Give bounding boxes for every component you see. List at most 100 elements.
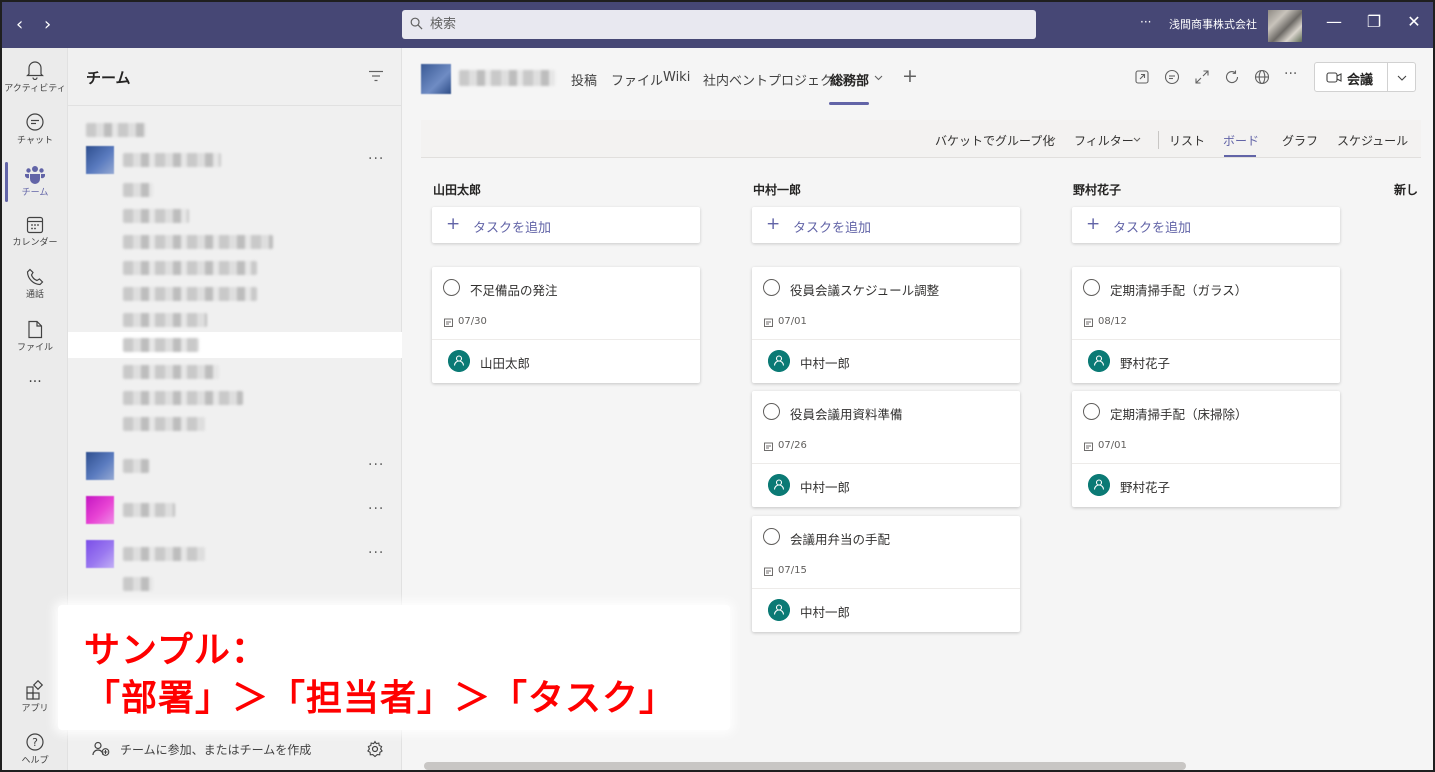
rail-chat[interactable]: チャット — [2, 104, 68, 156]
rail-help[interactable]: ? ヘルプ — [2, 724, 68, 770]
channel-item[interactable] — [123, 417, 205, 431]
chevron-down-icon[interactable] — [874, 75, 883, 81]
person-icon — [768, 474, 790, 496]
complete-task-checkbox[interactable] — [1083, 403, 1100, 420]
view-list-tab[interactable]: リスト — [1169, 132, 1205, 149]
rail-activity[interactable]: アクティビティ — [2, 52, 68, 104]
tab-posts[interactable]: 投稿 — [571, 70, 597, 89]
rail-label: ファイル — [16, 343, 53, 353]
minimize-button[interactable]: — — [1319, 12, 1349, 38]
gear-icon[interactable] — [366, 740, 384, 758]
channel-item[interactable] — [123, 235, 273, 249]
filter-button[interactable]: フィルター — [1074, 132, 1134, 149]
add-task-button[interactable]: + タスクを追加 — [432, 207, 700, 243]
rail-files[interactable]: ファイル — [2, 312, 68, 364]
rail-calls[interactable]: 通話 — [2, 260, 68, 312]
channel-item[interactable] — [123, 365, 219, 379]
tab-planner[interactable]: 総務部 — [830, 70, 869, 89]
back-icon[interactable]: ‹ — [16, 14, 23, 35]
task-assignee: 中村一郎 — [800, 480, 851, 495]
rail-teams[interactable]: チーム — [2, 156, 68, 208]
team-name[interactable] — [123, 503, 175, 517]
view-board-tab[interactable]: ボード — [1223, 132, 1259, 149]
team-name[interactable] — [123, 153, 221, 167]
chevron-down-icon[interactable] — [1048, 137, 1056, 142]
join-or-create-team[interactable]: チームに参加、またはチームを作成 — [120, 741, 311, 758]
team-avatar[interactable] — [86, 540, 114, 568]
tab-wiki[interactable]: Wiki — [663, 70, 690, 85]
complete-task-checkbox[interactable] — [763, 528, 780, 545]
meet-divider — [1387, 63, 1388, 91]
channel-item[interactable] — [123, 209, 189, 223]
filter-icon[interactable] — [368, 70, 384, 82]
team-name[interactable] — [123, 547, 205, 561]
forward-icon[interactable]: › — [44, 14, 51, 35]
add-task-button[interactable]: + タスクを追加 — [752, 207, 1020, 243]
rail-label: チャット — [17, 136, 53, 146]
task-card[interactable]: 役員会議用資料準備 07/26 中村一郎 — [752, 391, 1020, 507]
org-name[interactable]: 浅間商事株式会社 — [1169, 16, 1257, 32]
view-schedule-tab[interactable]: スケジュール — [1337, 132, 1408, 149]
more-options-icon[interactable]: ··· — [1140, 15, 1151, 29]
tab-files[interactable]: ファイル — [611, 70, 663, 89]
team-more-icon[interactable]: ··· — [368, 545, 384, 561]
complete-task-checkbox[interactable] — [763, 403, 780, 420]
title-bar: ‹ › 検索 ··· 浅間商事株式会社 — ❐ ✕ — [2, 2, 1433, 48]
task-card[interactable]: 定期清掃手配（ガラス） 08/12 野村花子 — [1072, 267, 1340, 383]
channel-item[interactable] — [123, 287, 257, 301]
chevron-down-icon[interactable] — [1397, 75, 1407, 81]
team-more-icon[interactable]: ··· — [368, 501, 384, 517]
refresh-icon[interactable] — [1224, 69, 1240, 85]
conversation-icon[interactable] — [1164, 69, 1180, 85]
bucket-title[interactable]: 山田太郎 — [433, 181, 481, 198]
bucket-title-partial[interactable]: 新し — [1394, 181, 1418, 198]
channel-item-selected[interactable] — [68, 332, 402, 358]
group-by-button[interactable]: バケットでグループ化 — [935, 132, 1054, 149]
open-in-app-icon[interactable] — [1134, 69, 1150, 85]
task-card[interactable]: 役員会議スケジュール調整 07/01 中村一郎 — [752, 267, 1020, 383]
card-divider — [1072, 339, 1340, 340]
team-avatar[interactable] — [86, 146, 114, 174]
search-input[interactable]: 検索 — [402, 10, 1036, 39]
rail-calendar[interactable]: カレンダー — [2, 208, 68, 260]
more-icon[interactable]: ··· — [1284, 66, 1297, 82]
task-card[interactable]: 定期清掃手配（床掃除） 07/01 野村花子 — [1072, 391, 1340, 507]
channel-item[interactable] — [123, 261, 257, 275]
task-card[interactable]: 会議用弁当の手配 07/15 中村一郎 — [752, 516, 1020, 632]
channel-item[interactable] — [123, 313, 207, 327]
bucket-title[interactable]: 中村一郎 — [753, 181, 801, 198]
maximize-button[interactable]: ❐ — [1359, 12, 1389, 38]
rail-more-icon[interactable]: ··· — [2, 374, 68, 426]
view-active-indicator — [1224, 155, 1256, 157]
channel-item[interactable] — [123, 391, 243, 405]
globe-icon[interactable] — [1254, 69, 1270, 85]
view-charts-tab[interactable]: グラフ — [1282, 132, 1318, 149]
team-more-icon[interactable]: ··· — [368, 457, 384, 473]
add-tab-button[interactable]: + — [902, 65, 918, 87]
channel-header: 投稿 ファイル Wiki 社内ベントプロジェクト 総務部 + ··· 会議 — [402, 48, 1433, 106]
help-icon: ? — [26, 733, 44, 751]
team-avatar[interactable] — [86, 452, 114, 480]
complete-task-checkbox[interactable] — [443, 279, 460, 296]
task-due-date: 07/30 — [458, 316, 487, 327]
complete-task-checkbox[interactable] — [1083, 279, 1100, 296]
complete-task-checkbox[interactable] — [763, 279, 780, 296]
team-more-icon[interactable]: ··· — [368, 151, 384, 167]
chevron-down-icon[interactable] — [1133, 137, 1141, 142]
close-button[interactable]: ✕ — [1399, 12, 1429, 38]
bucket-title[interactable]: 野村花子 — [1073, 181, 1121, 198]
card-divider — [752, 339, 1020, 340]
team-name[interactable] — [123, 459, 149, 473]
rail-label: アプリ — [21, 704, 49, 714]
task-card[interactable]: 不足備品の発注 07/30 山田太郎 — [432, 267, 700, 383]
team-avatar[interactable] — [86, 496, 114, 524]
channel-item[interactable] — [123, 577, 153, 591]
join-team-icon[interactable] — [92, 741, 110, 757]
add-task-button[interactable]: + タスクを追加 — [1072, 207, 1340, 243]
meet-button[interactable]: 会議 — [1314, 62, 1416, 92]
expand-icon[interactable] — [1194, 69, 1210, 85]
horizontal-scrollbar[interactable] — [424, 762, 1186, 770]
tab-project[interactable]: 社内ベントプロジェクト — [703, 70, 846, 89]
user-avatar[interactable] — [1268, 10, 1302, 42]
channel-item[interactable] — [123, 183, 153, 197]
